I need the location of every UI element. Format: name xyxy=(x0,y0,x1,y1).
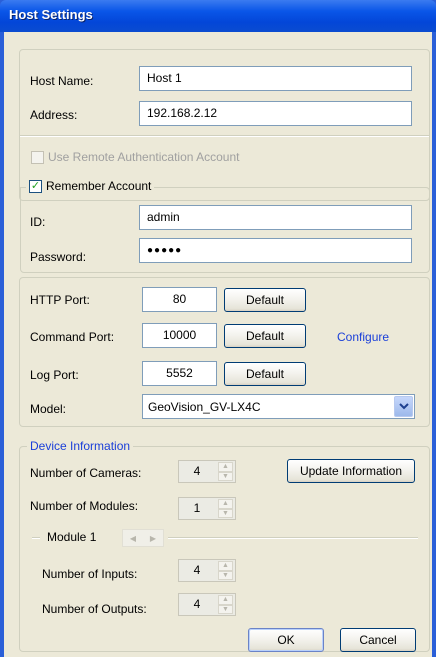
spin-down-icon: ▼ xyxy=(218,570,233,580)
module-divider-left xyxy=(32,537,40,539)
id-input[interactable]: admin xyxy=(139,205,412,230)
ok-button[interactable]: OK xyxy=(248,628,324,652)
log-port-input[interactable]: 5552 xyxy=(142,361,217,386)
http-default-button[interactable]: Default xyxy=(224,288,306,312)
spin-up-icon: ▲ xyxy=(218,499,233,509)
cameras-label: Number of Cameras: xyxy=(30,466,142,480)
inputs-value: 4 xyxy=(193,563,201,577)
spin-up-icon: ▲ xyxy=(218,595,233,605)
spin-up-icon: ▲ xyxy=(218,462,233,472)
inputs-spinner: 4 ▲ ▼ xyxy=(178,559,236,582)
remote-auth-label: Use Remote Authentication Account xyxy=(48,150,240,164)
log-default-button[interactable]: Default xyxy=(224,362,306,386)
spin-up-icon: ▲ xyxy=(218,561,233,571)
title-bar[interactable]: Host Settings xyxy=(0,0,436,32)
spin-down-icon: ▼ xyxy=(218,508,233,518)
configure-link[interactable]: Configure xyxy=(337,330,389,344)
model-label: Model: xyxy=(30,402,67,416)
spin-down-icon: ▼ xyxy=(218,471,233,481)
spin-down-icon: ▼ xyxy=(218,604,233,614)
device-info-legend: Device Information xyxy=(27,439,134,453)
outputs-spin-arrows: ▲ ▼ xyxy=(218,595,233,614)
cameras-spin-arrows: ▲ ▼ xyxy=(218,462,233,481)
host-divider xyxy=(20,135,429,137)
address-input[interactable]: 192.168.2.12 xyxy=(139,101,412,126)
cameras-spinner: 4 ▲ ▼ xyxy=(178,460,236,483)
module-divider-right xyxy=(168,537,418,539)
cancel-button[interactable]: Cancel xyxy=(340,628,416,652)
chevron-right-icon: ▶ xyxy=(149,533,157,543)
outputs-label: Number of Outputs: xyxy=(42,602,147,616)
chevron-left-icon: ◀ xyxy=(129,533,137,543)
cameras-value: 4 xyxy=(193,464,201,478)
device-info-title: Device Information xyxy=(30,439,131,453)
host-name-label: Host Name: xyxy=(30,74,94,88)
model-select[interactable]: GeoVision_GV-LX4C xyxy=(142,394,415,419)
dialog-window: Host Settings Host Name: Host 1 Address:… xyxy=(0,0,436,657)
log-port-label: Log Port: xyxy=(30,368,79,382)
update-information-button[interactable]: Update Information xyxy=(287,459,415,483)
window-title: Host Settings xyxy=(9,7,93,22)
modules-spin-arrows: ▲ ▼ xyxy=(218,499,233,518)
command-port-label: Command Port: xyxy=(30,330,115,344)
module-nav-arrows: ◀ ▶ xyxy=(122,529,164,547)
http-port-label: HTTP Port: xyxy=(30,293,90,307)
modules-label: Number of Modules: xyxy=(30,499,139,513)
remote-auth-checkbox-row[interactable]: Use Remote Authentication Account xyxy=(28,150,242,164)
remember-account-label: Remember Account xyxy=(46,179,152,193)
id-label: ID: xyxy=(30,215,46,229)
inputs-spin-arrows: ▲ ▼ xyxy=(218,561,233,580)
password-input[interactable]: ●●●●● xyxy=(139,238,412,263)
command-port-input[interactable]: 10000 xyxy=(142,323,217,348)
outputs-value: 4 xyxy=(193,597,201,611)
host-name-input[interactable]: Host 1 xyxy=(139,66,412,91)
model-select-value: GeoVision_GV-LX4C xyxy=(148,400,261,414)
outputs-spinner: 4 ▲ ▼ xyxy=(178,593,236,616)
chevron-down-icon[interactable] xyxy=(394,396,413,417)
inputs-label: Number of Inputs: xyxy=(42,567,138,581)
password-label: Password: xyxy=(30,250,87,264)
remote-auth-checkbox[interactable] xyxy=(31,150,44,164)
dialog-body: Host Name: Host 1 Address: 192.168.2.12 … xyxy=(4,32,432,657)
remember-account-checkbox[interactable]: ✓ xyxy=(29,179,42,193)
command-default-button[interactable]: Default xyxy=(224,324,306,348)
remember-account-row[interactable]: ✓ Remember Account xyxy=(26,179,155,193)
http-port-input[interactable]: 80 xyxy=(142,287,217,312)
address-label: Address: xyxy=(30,108,78,122)
modules-spinner: 1 ▲ ▼ xyxy=(178,497,236,520)
modules-value: 1 xyxy=(193,501,201,515)
module-title: Module 1 xyxy=(47,530,97,544)
